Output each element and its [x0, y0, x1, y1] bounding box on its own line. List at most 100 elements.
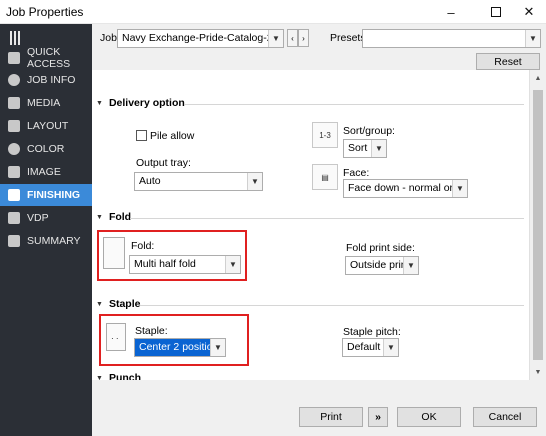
collapse-triangle-icon: ▼ — [96, 300, 103, 308]
delivery-option-header[interactable]: ▼ Delivery option — [96, 97, 185, 109]
presets-select[interactable]: ▼ — [362, 29, 541, 48]
section-divider — [130, 218, 524, 219]
previous-job-button[interactable]: ‹ — [287, 29, 298, 47]
chevron-down-icon: ▼ — [210, 339, 225, 356]
job-select[interactable]: Navy Exchange-Pride-Catalog-2021 ▼ — [117, 29, 284, 48]
face-select[interactable]: Face down - normal order ▼ — [343, 179, 468, 198]
fold-print-side-value: Outside print — [350, 259, 410, 271]
maximize-icon — [491, 7, 501, 17]
fold-value: Multi half fold — [134, 258, 196, 270]
cancel-button-label: Cancel — [488, 411, 522, 423]
scroll-up-icon[interactable]: ▲ — [530, 70, 546, 86]
sidebar-item-media[interactable]: MEDIA — [0, 92, 92, 114]
title-bar: Job Properties – ✕ — [0, 0, 546, 24]
ok-button[interactable]: OK — [397, 407, 461, 427]
job-bar: Job: Navy Exchange-Pride-Catalog-2021 ▼ … — [92, 24, 546, 52]
color-icon — [8, 143, 20, 155]
print-button[interactable]: Print — [299, 407, 363, 427]
pile-allow-label: Pile allow — [150, 130, 195, 142]
window-title: Job Properties — [6, 5, 84, 19]
output-tray-value: Auto — [139, 175, 161, 187]
sidebar-item-label: MEDIA — [27, 97, 61, 109]
more-options-button[interactable]: » — [368, 407, 388, 427]
vertical-scrollbar[interactable]: ▲ ▼ — [529, 70, 546, 380]
sidebar: QUICK ACCESS JOB INFO MEDIA LAYOUT COLOR… — [0, 24, 92, 436]
chevron-down-icon: ▼ — [247, 173, 262, 190]
content-area: Job: Navy Exchange-Pride-Catalog-2021 ▼ … — [92, 24, 546, 436]
scrollbar-thumb[interactable] — [533, 90, 543, 360]
collapse-triangle-icon: ▼ — [96, 213, 103, 221]
fold-label: Fold: — [131, 240, 155, 252]
face-label: Face: — [343, 167, 370, 179]
home-icon — [8, 52, 20, 64]
ok-button-label: OK — [421, 411, 437, 423]
output-tray-label: Output tray: — [136, 157, 191, 169]
sidebar-item-layout[interactable]: LAYOUT — [0, 115, 92, 137]
close-button[interactable]: ✕ — [510, 0, 546, 24]
info-icon — [8, 74, 20, 86]
sidebar-item-label: COLOR — [27, 143, 65, 155]
fold-icon — [103, 237, 125, 269]
sidebar-item-label: VDP — [27, 212, 49, 224]
fold-select[interactable]: Multi half fold ▼ — [129, 255, 241, 274]
fold-print-side-label: Fold print side: — [346, 242, 415, 254]
section-title: Delivery option — [108, 97, 185, 109]
staple-dots-icon: · · — [111, 334, 119, 343]
reset-button[interactable]: Reset — [476, 53, 540, 70]
fold-print-side-select[interactable]: Outside print ▼ — [345, 256, 419, 275]
chevron-down-icon: ▼ — [403, 257, 418, 274]
sidebar-item-quick-access[interactable]: QUICK ACCESS — [0, 46, 92, 70]
staple-pitch-label: Staple pitch: — [343, 326, 401, 338]
face-icon: ▤ — [312, 164, 338, 190]
minimize-button[interactable]: – — [432, 0, 470, 24]
image-icon — [8, 166, 20, 178]
section-title: Fold — [108, 211, 132, 223]
minimize-icon: – — [447, 4, 455, 20]
chevron-down-icon: ▼ — [525, 30, 540, 47]
staple-icon: · · — [106, 323, 126, 351]
section-divider — [140, 305, 524, 306]
chevron-down-icon: ▼ — [452, 180, 467, 197]
chevron-down-icon: ▼ — [371, 140, 386, 157]
sidebar-item-vdp[interactable]: VDP — [0, 207, 92, 229]
pile-allow-checkbox[interactable] — [136, 130, 147, 141]
staple-header[interactable]: ▼ Staple — [96, 298, 140, 310]
reset-bar: Reset — [92, 52, 546, 70]
chevron-down-icon: ▼ — [268, 30, 283, 47]
sidebar-item-label: FINISHING — [27, 189, 81, 201]
reset-button-label: Reset — [494, 55, 522, 68]
sidebar-item-summary[interactable]: SUMMARY — [0, 230, 92, 252]
chevron-left-icon: ‹ — [291, 33, 294, 43]
media-icon — [8, 97, 20, 109]
sidebar-item-finishing[interactable]: FINISHING — [0, 184, 92, 206]
finishing-icon — [8, 189, 20, 201]
print-button-label: Print — [320, 411, 342, 423]
job-select-value: Navy Exchange-Pride-Catalog-2021 — [122, 32, 284, 44]
sidebar-item-job-info[interactable]: JOB INFO — [0, 69, 92, 91]
next-job-button[interactable]: › — [298, 29, 309, 47]
vdp-icon — [8, 212, 20, 224]
punch-header[interactable]: ▼ Punch — [96, 372, 141, 380]
chevron-right-icon: › — [302, 33, 305, 43]
output-tray-select[interactable]: Auto ▼ — [134, 172, 263, 191]
sidebar-item-label: JOB INFO — [27, 74, 76, 86]
sort-group-select[interactable]: Sort ▼ — [343, 139, 387, 158]
sidebar-item-color[interactable]: COLOR — [0, 138, 92, 160]
sidebar-item-label: IMAGE — [27, 166, 61, 178]
layout-icon — [8, 120, 20, 132]
scroll-down-icon[interactable]: ▼ — [530, 364, 546, 380]
sidebar-item-label: SUMMARY — [27, 235, 81, 247]
sidebar-item-image[interactable]: IMAGE — [0, 161, 92, 183]
staple-pitch-select[interactable]: Default ▼ — [342, 338, 399, 357]
cancel-button[interactable]: Cancel — [473, 407, 537, 427]
finishing-panel: ▼ Delivery option Pile allow Output tray… — [92, 70, 529, 380]
sidebar-item-label: QUICK ACCESS — [27, 46, 71, 70]
staple-select[interactable]: Center 2 position ▼ — [134, 338, 226, 357]
summary-icon — [8, 235, 20, 247]
hamburger-menu-icon[interactable] — [10, 31, 22, 45]
chevron-down-icon: ▼ — [383, 339, 398, 356]
chevron-down-icon: ▼ — [225, 256, 240, 273]
fold-header[interactable]: ▼ Fold — [96, 211, 131, 223]
bottom-button-bar: Print » OK Cancel — [92, 380, 546, 436]
section-title: Punch — [108, 372, 142, 380]
